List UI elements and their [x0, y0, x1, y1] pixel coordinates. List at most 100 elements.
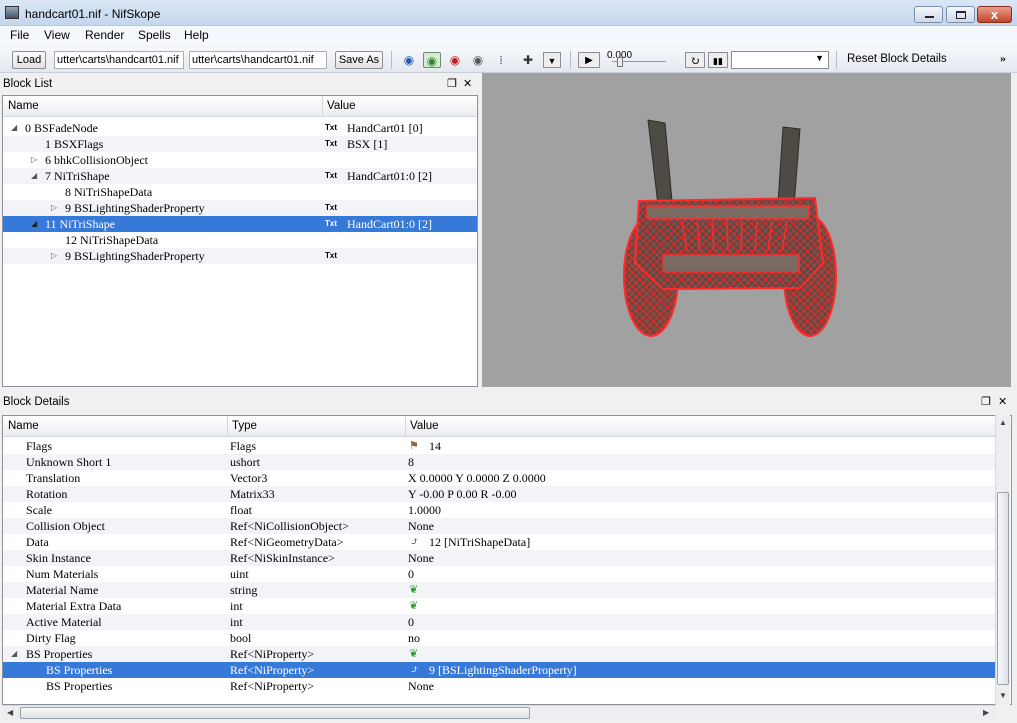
float-icon[interactable]: ❐	[981, 394, 991, 410]
array-icon[interactable]: ❦	[409, 646, 418, 662]
axes-icon[interactable]: ✚	[519, 52, 537, 68]
column-divider[interactable]	[227, 416, 228, 437]
detail-value[interactable]: no	[408, 630, 420, 646]
tree-row[interactable]: ▷ 9 BSLightingShaderProperty Txt	[3, 248, 477, 264]
detail-row[interactable]: Num Materials uint 0	[3, 566, 996, 582]
detail-value[interactable]: 8	[408, 454, 414, 470]
detail-row-selected[interactable]: BS Properties Ref<NiProperty> ⤴ 9 [BSLig…	[3, 662, 996, 678]
detail-value[interactable]: 0	[408, 566, 414, 582]
name-column-header[interactable]: Name	[8, 420, 39, 432]
save-as-button[interactable]: Save As	[335, 51, 383, 69]
detail-value[interactable]: None	[408, 678, 434, 694]
detail-value[interactable]: 0	[408, 614, 414, 630]
detail-row[interactable]: Material Name string ❦	[3, 582, 996, 598]
close-icon[interactable]: ✕	[463, 76, 472, 92]
save-path-input[interactable]: utter\carts\handcart01.nif	[189, 51, 327, 69]
detail-row[interactable]: Dirty Flag bool no	[3, 630, 996, 646]
value-column-header[interactable]: Value	[410, 420, 439, 432]
footprints-icon[interactable]: ⁞	[492, 52, 510, 68]
toolbar-overflow-icon[interactable]: »	[1000, 51, 1006, 66]
view-mode-red-eye-icon[interactable]: ◉	[446, 52, 464, 68]
name-column-header[interactable]: Name	[8, 100, 39, 112]
collapsed-arrow-icon[interactable]: ▷	[51, 248, 57, 264]
detail-row[interactable]: Data Ref<NiGeometryData> ⤴ 12 [NiTriShap…	[3, 534, 996, 550]
collapsed-arrow-icon[interactable]: ▷	[31, 152, 37, 168]
view-dropdown-icon[interactable]: ▼	[543, 52, 561, 68]
tree-row[interactable]: ◢ 7 NiTriShape Txt HandCart01:0 [2]	[3, 168, 477, 184]
horizontal-scrollbar[interactable]: ◀ ▶	[3, 705, 996, 720]
column-divider[interactable]	[322, 96, 323, 117]
tree-row[interactable]: 12 NiTriShapeData	[3, 232, 477, 248]
detail-row[interactable]: Flags Flags ⚑ 14	[3, 438, 996, 454]
scroll-left-icon[interactable]: ◀	[7, 708, 13, 717]
detail-value[interactable]: 14	[429, 438, 441, 454]
load-button[interactable]: Load	[12, 51, 46, 69]
switch-icon[interactable]: ▮▮	[708, 52, 728, 68]
detail-row[interactable]: Scale float 1.0000	[3, 502, 996, 518]
scroll-right-icon[interactable]: ▶	[983, 708, 989, 717]
value-column-header[interactable]: Value	[327, 100, 356, 112]
tree-row[interactable]: ▷ 6 bhkCollisionObject	[3, 152, 477, 168]
tree-row[interactable]: 8 NiTriShapeData	[3, 184, 477, 200]
vertical-scroll-thumb[interactable]	[997, 492, 1009, 685]
detail-row[interactable]: ◢ BS Properties Ref<NiProperty> ❦	[3, 646, 996, 662]
detail-value[interactable]: Y -0.00 P 0.00 R -0.00	[408, 486, 516, 502]
menu-render[interactable]: Render	[85, 28, 124, 42]
view-mode-grey-eye-icon[interactable]: ◉	[469, 52, 487, 68]
tree-row-selected[interactable]: ◢ 11 NiTriShape Txt HandCart01:0 [2]	[3, 216, 477, 232]
detail-value[interactable]: None	[408, 518, 434, 534]
expanded-arrow-icon[interactable]: ◢	[11, 120, 17, 136]
detail-row[interactable]: Skin Instance Ref<NiSkinInstance> None	[3, 550, 996, 566]
close-icon[interactable]: ✕	[998, 394, 1007, 410]
loop-icon[interactable]: ↻	[685, 52, 705, 68]
type-column-header[interactable]: Type	[232, 420, 257, 432]
maximize-button[interactable]	[946, 6, 975, 23]
detail-value[interactable]: X 0.0000 Y 0.0000 Z 0.0000	[408, 470, 546, 486]
view-mode-green-eye-icon[interactable]: ◉	[423, 52, 441, 68]
block-details-table[interactable]: Name Type Value Flags Flags ⚑ 14 Unknown…	[2, 415, 1012, 705]
menu-help[interactable]: Help	[184, 28, 209, 42]
collapsed-arrow-icon[interactable]: ▷	[51, 200, 57, 216]
menu-view[interactable]: View	[44, 28, 70, 42]
close-button[interactable]: x	[977, 6, 1012, 23]
txt-icon: Txt	[325, 171, 337, 180]
tree-row[interactable]: ◢ 0 BSFadeNode Txt HandCart01 [0]	[3, 120, 477, 136]
detail-value[interactable]: None	[408, 550, 434, 566]
expanded-arrow-icon[interactable]: ◢	[11, 646, 17, 662]
play-icon[interactable]: ▶	[578, 52, 600, 68]
tree-row[interactable]: 1 BSXFlags Txt BSX [1]	[3, 136, 477, 152]
detail-value[interactable]: 1.0000	[408, 502, 441, 518]
expanded-arrow-icon[interactable]: ◢	[31, 168, 37, 184]
array-icon[interactable]: ❦	[409, 582, 418, 598]
menu-file[interactable]: File	[10, 28, 29, 42]
detail-row[interactable]: Rotation Matrix33 Y -0.00 P 0.00 R -0.00	[3, 486, 996, 502]
detail-row[interactable]: Translation Vector3 X 0.0000 Y 0.0000 Z …	[3, 470, 996, 486]
array-icon[interactable]: ❦	[409, 598, 418, 614]
load-path-input[interactable]: utter\carts\handcart01.nif	[54, 51, 184, 69]
column-divider[interactable]	[405, 416, 406, 437]
block-list-tree[interactable]: Name Value ◢ 0 BSFadeNode Txt HandCart01…	[2, 95, 478, 387]
reset-block-details-button[interactable]: Reset Block Details	[847, 53, 947, 65]
detail-row[interactable]: BS Properties Ref<NiProperty> None	[3, 678, 996, 694]
scroll-up-icon[interactable]: ▲	[999, 418, 1007, 427]
time-slider-handle[interactable]	[617, 57, 623, 67]
detail-row[interactable]: Active Material int 0	[3, 614, 996, 630]
detail-row[interactable]: Unknown Short 1 ushort 8	[3, 454, 996, 470]
animation-select[interactable]: ▼	[731, 51, 829, 69]
txt-icon: Txt	[325, 219, 337, 228]
detail-value[interactable]: 9 [BSLightingShaderProperty]	[429, 662, 577, 678]
menu-spells[interactable]: Spells	[138, 28, 171, 42]
detail-row[interactable]: Collision Object Ref<NiCollisionObject> …	[3, 518, 996, 534]
scroll-down-icon[interactable]: ▼	[999, 691, 1007, 700]
render-viewport[interactable]	[482, 73, 1011, 387]
tree-row[interactable]: ▷ 9 BSLightingShaderProperty Txt	[3, 200, 477, 216]
minimize-button[interactable]	[914, 6, 943, 23]
detail-value[interactable]: 12 [NiTriShapeData]	[429, 534, 530, 550]
view-mode-eye-icon[interactable]: ◉	[400, 52, 418, 68]
flag-icon: ⚑	[409, 440, 419, 452]
float-icon[interactable]: ❐	[447, 76, 457, 92]
expanded-arrow-icon[interactable]: ◢	[31, 216, 37, 232]
horizontal-scroll-thumb[interactable]	[20, 707, 530, 719]
detail-row[interactable]: Material Extra Data int ❦	[3, 598, 996, 614]
vertical-scrollbar[interactable]: ▲ ▼	[995, 415, 1010, 705]
